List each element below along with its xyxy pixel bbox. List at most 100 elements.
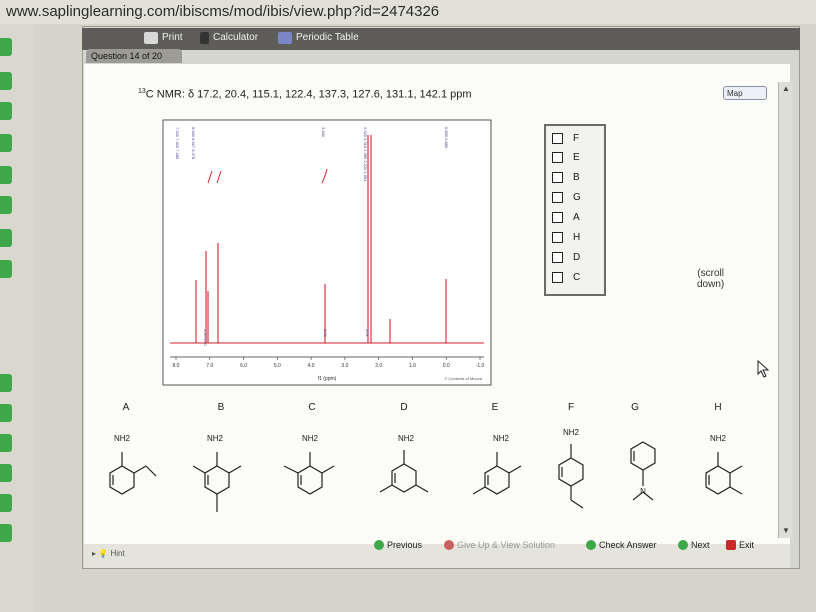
molecule-b[interactable]: B NH2: [179, 402, 263, 530]
peak-labels-5: 0.880 0.880: [444, 127, 449, 149]
checkbox[interactable]: [552, 132, 563, 144]
scroll-note-line-2: down): [697, 279, 725, 290]
nav-item-11[interactable]: [0, 434, 12, 452]
answer-label: D: [573, 251, 581, 263]
hint-button[interactable]: ▸ 💡 Hint: [92, 549, 125, 558]
molecule-a[interactable]: A NH2: [84, 402, 168, 530]
tick-label: 0.0: [443, 363, 450, 369]
molecule-letter: A: [122, 402, 130, 413]
scroll-up-icon[interactable]: ▲: [781, 84, 791, 94]
nav-item-12[interactable]: [0, 464, 12, 482]
calculator-button[interactable]: Calculator: [200, 30, 258, 46]
scroll-down-icon[interactable]: ▼: [781, 526, 791, 536]
nav-item-1[interactable]: [0, 38, 12, 56]
map-label: Map: [727, 89, 743, 98]
amine-label: NH2: [206, 434, 223, 443]
structure-d: [379, 450, 429, 493]
structure-c: [283, 452, 335, 495]
nav-item-4[interactable]: [0, 134, 12, 152]
molecule-letter: B: [217, 402, 225, 413]
arrow-left-icon: [374, 540, 384, 550]
left-nav-strip: [0, 24, 34, 612]
molecule-letter: C: [308, 402, 316, 413]
give-up-label: Give Up & View Solution: [457, 540, 555, 550]
structure-h: [705, 452, 743, 495]
nav-item-14[interactable]: [0, 524, 12, 542]
molecule-letter: H: [714, 402, 722, 413]
amine-label: NH2: [709, 434, 726, 443]
give-up-button[interactable]: Give Up & View Solution: [444, 540, 555, 550]
molecule-c[interactable]: C NH2: [270, 402, 354, 530]
tick-label: 7.0: [206, 363, 213, 369]
answer-label: F: [573, 132, 580, 144]
checkbox[interactable]: [552, 231, 563, 243]
content-scrollbar[interactable]: ▲ ▼: [778, 82, 793, 538]
previous-button[interactable]: Previous: [374, 540, 422, 550]
structure-b: [192, 452, 242, 512]
peak-labels-1: 7.320 7.300 7.285: [175, 127, 180, 160]
printer-icon: [144, 32, 158, 44]
answer-label: G: [573, 191, 581, 203]
molecule-g[interactable]: G N: [593, 402, 677, 530]
integral-label-2: 2.00: [323, 329, 328, 338]
answer-option-2[interactable]: E: [552, 150, 580, 164]
tick-label: 3.0: [341, 363, 348, 369]
nav-item-9[interactable]: [0, 374, 12, 392]
nav-item-2[interactable]: [0, 72, 12, 90]
tick-label: -1.0: [476, 363, 485, 369]
scroll-note-line-1: (scroll: [697, 268, 724, 279]
molecule-letter: D: [400, 402, 408, 413]
nav-item-10[interactable]: [0, 404, 12, 422]
answer-option-8[interactable]: C: [552, 270, 580, 284]
checkbox[interactable]: [552, 151, 563, 163]
molecule-d[interactable]: D NH2: [362, 402, 446, 530]
hint-label: Hint: [110, 549, 125, 558]
exit-icon: [726, 540, 736, 550]
periodic-table-button[interactable]: Periodic Table: [278, 30, 359, 46]
amine-label: NH2: [113, 434, 130, 443]
peak-labels-4: 2.320 2.316 2.285 2.220 1.994: [363, 127, 368, 182]
next-label: Next: [691, 540, 710, 550]
give-up-icon: [444, 540, 454, 550]
molecule-e[interactable]: E NH2: [453, 402, 537, 530]
nav-item-7[interactable]: [0, 229, 12, 247]
answer-option-4[interactable]: G: [552, 190, 581, 204]
integral-label-3: 3.01: [365, 329, 370, 338]
print-label: Print: [162, 32, 183, 43]
calculator-icon: [200, 32, 209, 44]
checkbox[interactable]: [552, 211, 563, 223]
address-bar[interactable]: www.saplinglearning.com/ibiscms/mod/ibis…: [0, 0, 816, 24]
answer-option-6[interactable]: H: [552, 230, 580, 244]
next-button[interactable]: Next: [678, 540, 710, 550]
answer-option-5[interactable]: A: [552, 210, 580, 224]
check-answer-button[interactable]: Check Answer: [586, 540, 657, 550]
checkbox[interactable]: [552, 191, 563, 203]
amine-label: NH2: [301, 434, 318, 443]
nav-item-8[interactable]: [0, 260, 12, 278]
calculator-label: Calculator: [213, 32, 259, 43]
structure-e: [472, 452, 522, 495]
nav-item-3[interactable]: [0, 102, 12, 120]
tick-label: 6.0: [240, 363, 247, 369]
nav-item-5[interactable]: [0, 166, 12, 184]
tick-label: 5.0: [274, 363, 281, 369]
print-button[interactable]: Print: [144, 30, 183, 46]
answer-drop-zone[interactable]: F E B G A H D C: [544, 124, 606, 296]
molecule-h[interactable]: H NH2: [676, 402, 760, 530]
nav-item-13[interactable]: [0, 494, 12, 512]
checkbox[interactable]: [552, 251, 563, 263]
nav-item-6[interactable]: [0, 196, 12, 214]
exit-button[interactable]: Exit: [726, 540, 754, 550]
question-tab[interactable]: Question 14 of 20: [86, 49, 182, 63]
molecule-letter: E: [491, 402, 499, 413]
answer-option-3[interactable]: B: [552, 170, 580, 184]
map-button[interactable]: Map: [723, 86, 767, 100]
nmr-superscript: 13: [138, 88, 146, 95]
checkbox[interactable]: [552, 271, 563, 283]
exit-label: Exit: [739, 540, 755, 550]
answer-option-1[interactable]: F: [552, 131, 579, 145]
x-axis-label: f1 (ppm): [318, 376, 337, 382]
checkbox[interactable]: [552, 171, 563, 183]
answer-option-7[interactable]: D: [552, 250, 580, 264]
molecule-letter: G: [631, 402, 639, 413]
